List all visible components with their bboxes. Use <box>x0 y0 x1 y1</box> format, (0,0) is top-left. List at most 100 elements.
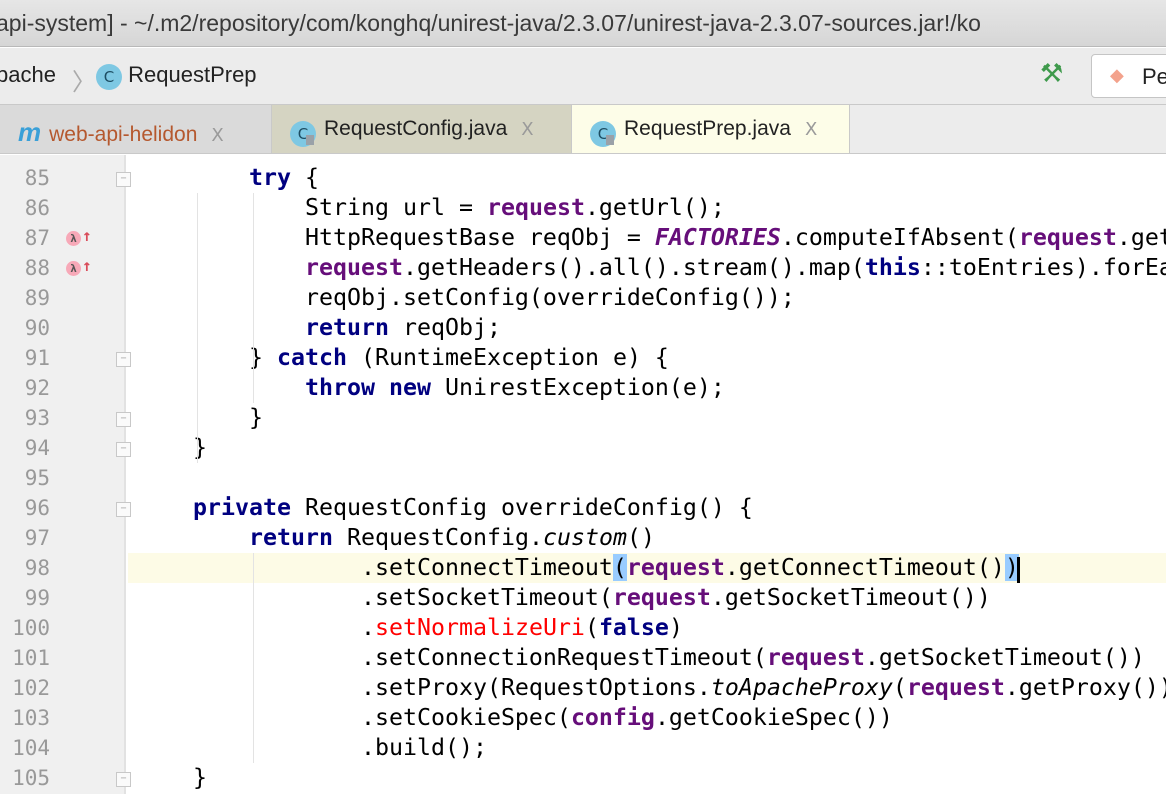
line-number-text: 88 <box>24 256 50 280</box>
code-token: RequestConfig overrideConfig() { <box>290 494 753 521</box>
line-number-text: 85 <box>24 166 50 190</box>
line-number[interactable]: 89 <box>0 283 126 313</box>
code-line[interactable]: reqObj.setConfig(overrideConfig()); <box>128 283 1166 313</box>
tab-web-api-helidon[interactable]: m web-api-helidon X <box>0 105 272 153</box>
run-config-icon: ◆ <box>1110 65 1124 85</box>
code-token: (RuntimeException e) { <box>346 344 669 371</box>
overrides-arrow-icon[interactable]: ↑ <box>82 256 92 275</box>
line-number[interactable]: 95 <box>0 463 126 493</box>
code-line[interactable]: .setProxy(RequestOptions.toApacheProxy(r… <box>128 673 1166 703</box>
line-number[interactable]: 101 <box>0 643 126 673</box>
code-token: request <box>626 554 725 581</box>
code-token: } <box>137 344 277 371</box>
build-hammer-icon[interactable]: ⚒ <box>1040 58 1063 89</box>
code-line[interactable]: throw new UnirestException(e); <box>128 373 1166 403</box>
lock-icon <box>606 135 614 145</box>
run-configuration-select[interactable]: ◆ Pe <box>1091 54 1166 98</box>
code-line[interactable]: private RequestConfig overrideConfig() { <box>128 493 1166 523</box>
breadcrumb-separator-icon: 〉 <box>72 69 96 96</box>
breadcrumb-package[interactable]: pache <box>0 62 56 88</box>
code-line[interactable]: return RequestConfig.custom() <box>128 523 1166 553</box>
breadcrumb-class[interactable]: C RequestPrep <box>96 62 257 90</box>
line-number-text: 86 <box>24 196 50 220</box>
code-token: .getConnectTimeout() <box>724 554 1005 581</box>
code-line[interactable]: try { <box>128 163 1166 193</box>
indent-guide <box>253 193 254 403</box>
code-line[interactable]: } <box>128 403 1166 433</box>
code-token: { <box>290 164 319 191</box>
code-token: request <box>766 644 865 671</box>
line-number[interactable]: 90 <box>0 313 126 343</box>
line-number[interactable]: 93− <box>0 403 131 433</box>
code-token: return <box>304 314 389 341</box>
code-line[interactable]: .build(); <box>128 733 1166 763</box>
lambda-icon[interactable]: λ <box>66 231 81 246</box>
line-number[interactable]: 96− <box>0 493 131 523</box>
tab-request-config[interactable]: C RequestConfig.java X <box>272 105 572 153</box>
code-line[interactable]: HttpRequestBase reqObj = FACTORIES.compu… <box>128 223 1166 253</box>
code-line[interactable]: String url = request.getUrl(); <box>128 193 1166 223</box>
code-editor[interactable]: 85−86 87 λ ↑ 88 λ ↑ 89 90 91−92 93−94−95 96−97 98 99 1… <box>0 155 1166 794</box>
code-line[interactable]: .setSocketTimeout(request.getSocketTimeo… <box>128 583 1166 613</box>
close-tab-icon[interactable]: X <box>805 119 817 140</box>
code-token: request <box>304 254 403 281</box>
line-number[interactable]: 103 <box>0 703 126 733</box>
code-line[interactable]: .setCookieSpec(config.getCookieSpec()) <box>128 703 1166 733</box>
line-number[interactable]: 100 <box>0 613 126 643</box>
code-line[interactable] <box>128 463 1166 493</box>
code-line[interactable]: .setConnectionRequestTimeout(request.get… <box>128 643 1166 673</box>
line-number[interactable]: 87 λ ↑ <box>0 223 126 253</box>
code-token: .setCookieSpec( <box>137 704 571 731</box>
code-token: .getProxy()) <box>1004 674 1166 701</box>
code-token: .getSocketTimeout()) <box>710 584 991 611</box>
code-line[interactable]: return reqObj; <box>128 313 1166 343</box>
lambda-icon[interactable]: λ <box>66 261 81 276</box>
indent-guide <box>197 193 198 463</box>
line-number[interactable]: 91− <box>0 343 131 373</box>
line-number-text: 87 <box>24 226 50 250</box>
code-line[interactable]: request.getHeaders().all().stream().map(… <box>128 253 1166 283</box>
line-number[interactable]: 94− <box>0 433 131 463</box>
window-title-bar: api-system] - ~/.m2/repository/com/kongh… <box>0 0 1166 47</box>
line-number[interactable]: 86 <box>0 193 126 223</box>
code-token: ( <box>584 614 599 641</box>
code-token: . <box>137 614 375 641</box>
line-number-text: 92 <box>24 376 50 400</box>
code-token: FACTORIES <box>654 224 781 251</box>
code-token: request <box>486 194 585 221</box>
code-line[interactable]: } <box>128 763 1166 793</box>
line-number[interactable]: 104 <box>0 733 126 763</box>
code-token: throw new <box>304 374 431 401</box>
editor-gutter: 85−86 87 λ ↑ 88 λ ↑ 89 90 91−92 93−94−95 96−97 98 99 1… <box>0 155 131 794</box>
close-tab-icon[interactable]: X <box>211 125 223 146</box>
line-number[interactable]: 97 <box>0 523 126 553</box>
line-number[interactable]: 105− <box>0 763 131 793</box>
code-token: String url = <box>137 194 487 221</box>
class-icon: C <box>96 64 122 90</box>
line-number[interactable]: 92 <box>0 373 126 403</box>
tab-request-prep[interactable]: C RequestPrep.java X <box>572 105 850 153</box>
line-number-text: 100 <box>12 616 50 640</box>
line-number[interactable]: 102 <box>0 673 126 703</box>
code-line[interactable]: .setNormalizeUri(false) <box>128 613 1166 643</box>
code-line[interactable]: } <box>128 433 1166 463</box>
line-number[interactable]: 99 <box>0 583 126 613</box>
code-token: .computeIfAbsent( <box>780 224 1019 251</box>
overrides-arrow-icon[interactable]: ↑ <box>82 226 92 245</box>
code-line[interactable]: } catch (RuntimeException e) { <box>128 343 1166 373</box>
code-line[interactable]: .setConnectTimeout(request.getConnectTim… <box>128 553 1166 583</box>
code-token: .getHeaders().all().stream().map( <box>402 254 865 281</box>
close-tab-icon[interactable]: X <box>521 119 533 140</box>
line-number[interactable]: 88 λ ↑ <box>0 253 126 283</box>
class-icon: C <box>290 121 316 147</box>
code-token: try <box>248 164 291 191</box>
line-number[interactable]: 85− <box>0 163 131 193</box>
line-number[interactable]: 98 <box>0 553 126 583</box>
lock-icon <box>306 135 314 145</box>
code-token: .setConnectTimeout <box>137 554 613 581</box>
code-token: reqObj; <box>388 314 501 341</box>
